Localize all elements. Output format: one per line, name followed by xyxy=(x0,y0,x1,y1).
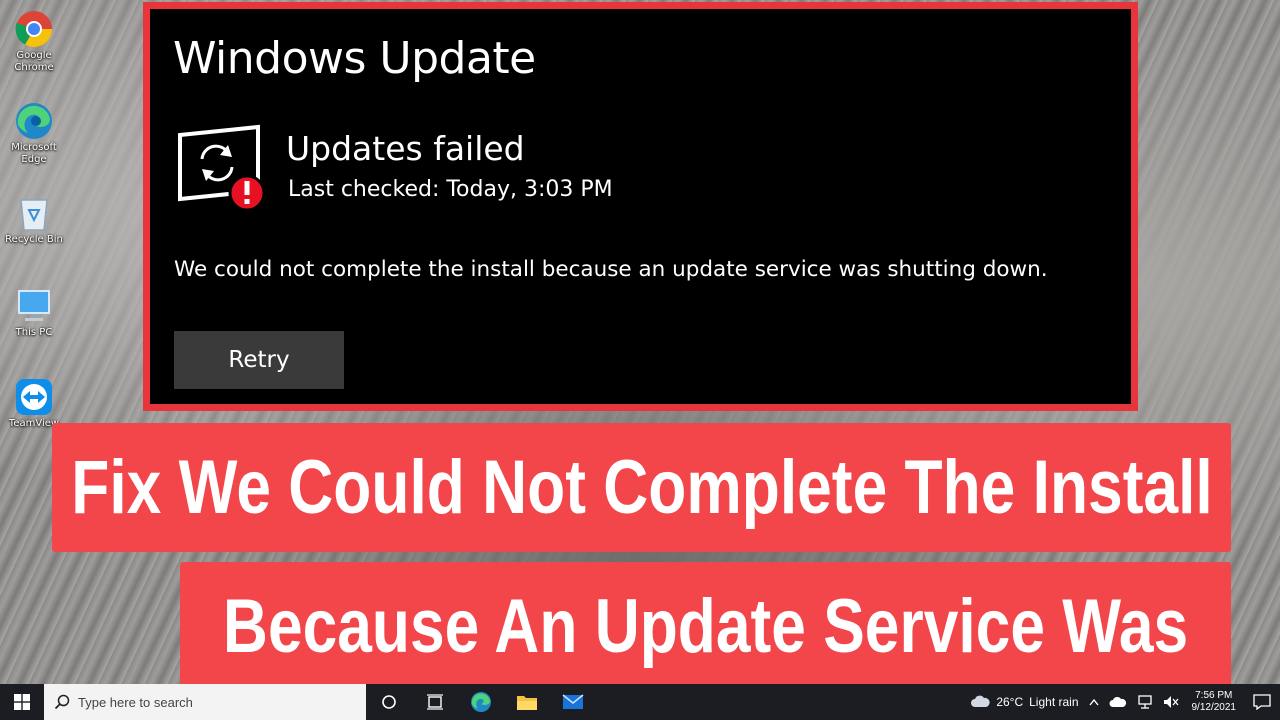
volume-button[interactable] xyxy=(1163,695,1179,709)
teamviewer-icon xyxy=(13,376,55,418)
network-button[interactable] xyxy=(1137,695,1153,709)
weather-cloud-icon xyxy=(971,695,990,707)
caption-line-1: Fix We Could Not Complete The Install xyxy=(52,423,1231,552)
weather-desc: Light rain xyxy=(1029,695,1079,709)
desktop-icon-edge[interactable]: Microsoft Edge xyxy=(2,100,66,166)
chevron-up-icon xyxy=(1088,698,1099,706)
task-view-button[interactable] xyxy=(412,684,458,720)
status-title: Updates failed xyxy=(286,129,525,168)
page-title: Windows Update xyxy=(173,33,536,84)
taskbar-search-box[interactable]: Type here to search xyxy=(44,684,366,720)
taskbar-edge[interactable] xyxy=(458,684,504,720)
edge-icon xyxy=(471,692,491,712)
cloud-icon xyxy=(1109,696,1126,707)
desktop-icon-teamviewer[interactable]: TeamView xyxy=(2,376,66,430)
update-failed-icon xyxy=(174,121,270,213)
retry-button[interactable]: Retry xyxy=(174,331,344,389)
clock-time: 7:56 PM xyxy=(1195,690,1233,701)
taskbar: Type here to search 26°C Light rain 7:56… xyxy=(0,684,1280,720)
desktop-icon-this-pc[interactable]: This PC xyxy=(2,285,66,339)
desktop-icon-label: Recycle Bin xyxy=(5,234,63,245)
desktop-icon-recycle-bin[interactable]: Recycle Bin xyxy=(2,192,66,246)
network-icon xyxy=(1137,695,1152,709)
desktop-icon-label: Google Chrome xyxy=(14,50,54,73)
taskbar-file-explorer[interactable] xyxy=(504,684,550,720)
weather-temp: 26°C xyxy=(996,695,1024,709)
desktop-icon-label: This PC xyxy=(15,327,53,338)
edge-icon xyxy=(13,100,55,142)
windows-update-panel: Windows Update Updates failed Last check… xyxy=(143,2,1138,411)
system-tray: 26°C Light rain 7:56 PM 9/12/2021 xyxy=(965,684,1280,720)
show-hidden-icons-button[interactable] xyxy=(1088,698,1099,706)
task-view-icon xyxy=(427,694,443,710)
taskbar-clock[interactable]: 7:56 PM 9/12/2021 xyxy=(1192,690,1237,714)
clock-date: 9/12/2021 xyxy=(1191,702,1237,713)
caption-line-2: Because An Update Service Was xyxy=(180,562,1231,690)
taskbar-mail[interactable] xyxy=(550,684,596,720)
error-message: We could not complete the install becaus… xyxy=(174,257,1048,282)
notification-icon xyxy=(1253,694,1271,710)
search-icon xyxy=(54,694,70,710)
desktop-icon-chrome[interactable]: Google Chrome xyxy=(2,8,66,74)
computer-icon xyxy=(13,285,55,327)
cortana-button[interactable] xyxy=(366,684,412,720)
notification-center-button[interactable] xyxy=(1244,684,1280,720)
windows-logo-icon xyxy=(14,694,30,710)
start-button[interactable] xyxy=(0,684,44,720)
mail-icon xyxy=(562,694,584,709)
speaker-muted-icon xyxy=(1163,696,1178,708)
caption-line-2-text: Because An Update Service Was xyxy=(222,583,1189,669)
weather-widget[interactable]: 26°C Light rain xyxy=(970,695,1079,709)
desktop-icon-label: Microsoft Edge xyxy=(11,142,57,165)
chrome-icon xyxy=(13,8,55,50)
folder-icon xyxy=(517,696,537,710)
search-placeholder: Type here to search xyxy=(78,694,193,710)
onedrive-button[interactable] xyxy=(1109,696,1127,708)
caption-line-1-text: Fix We Could Not Complete The Install xyxy=(70,445,1213,530)
last-checked-text: Last checked: Today, 3:03 PM xyxy=(288,177,613,202)
recycle-bin-icon xyxy=(13,192,55,234)
cortana-icon xyxy=(382,695,396,709)
